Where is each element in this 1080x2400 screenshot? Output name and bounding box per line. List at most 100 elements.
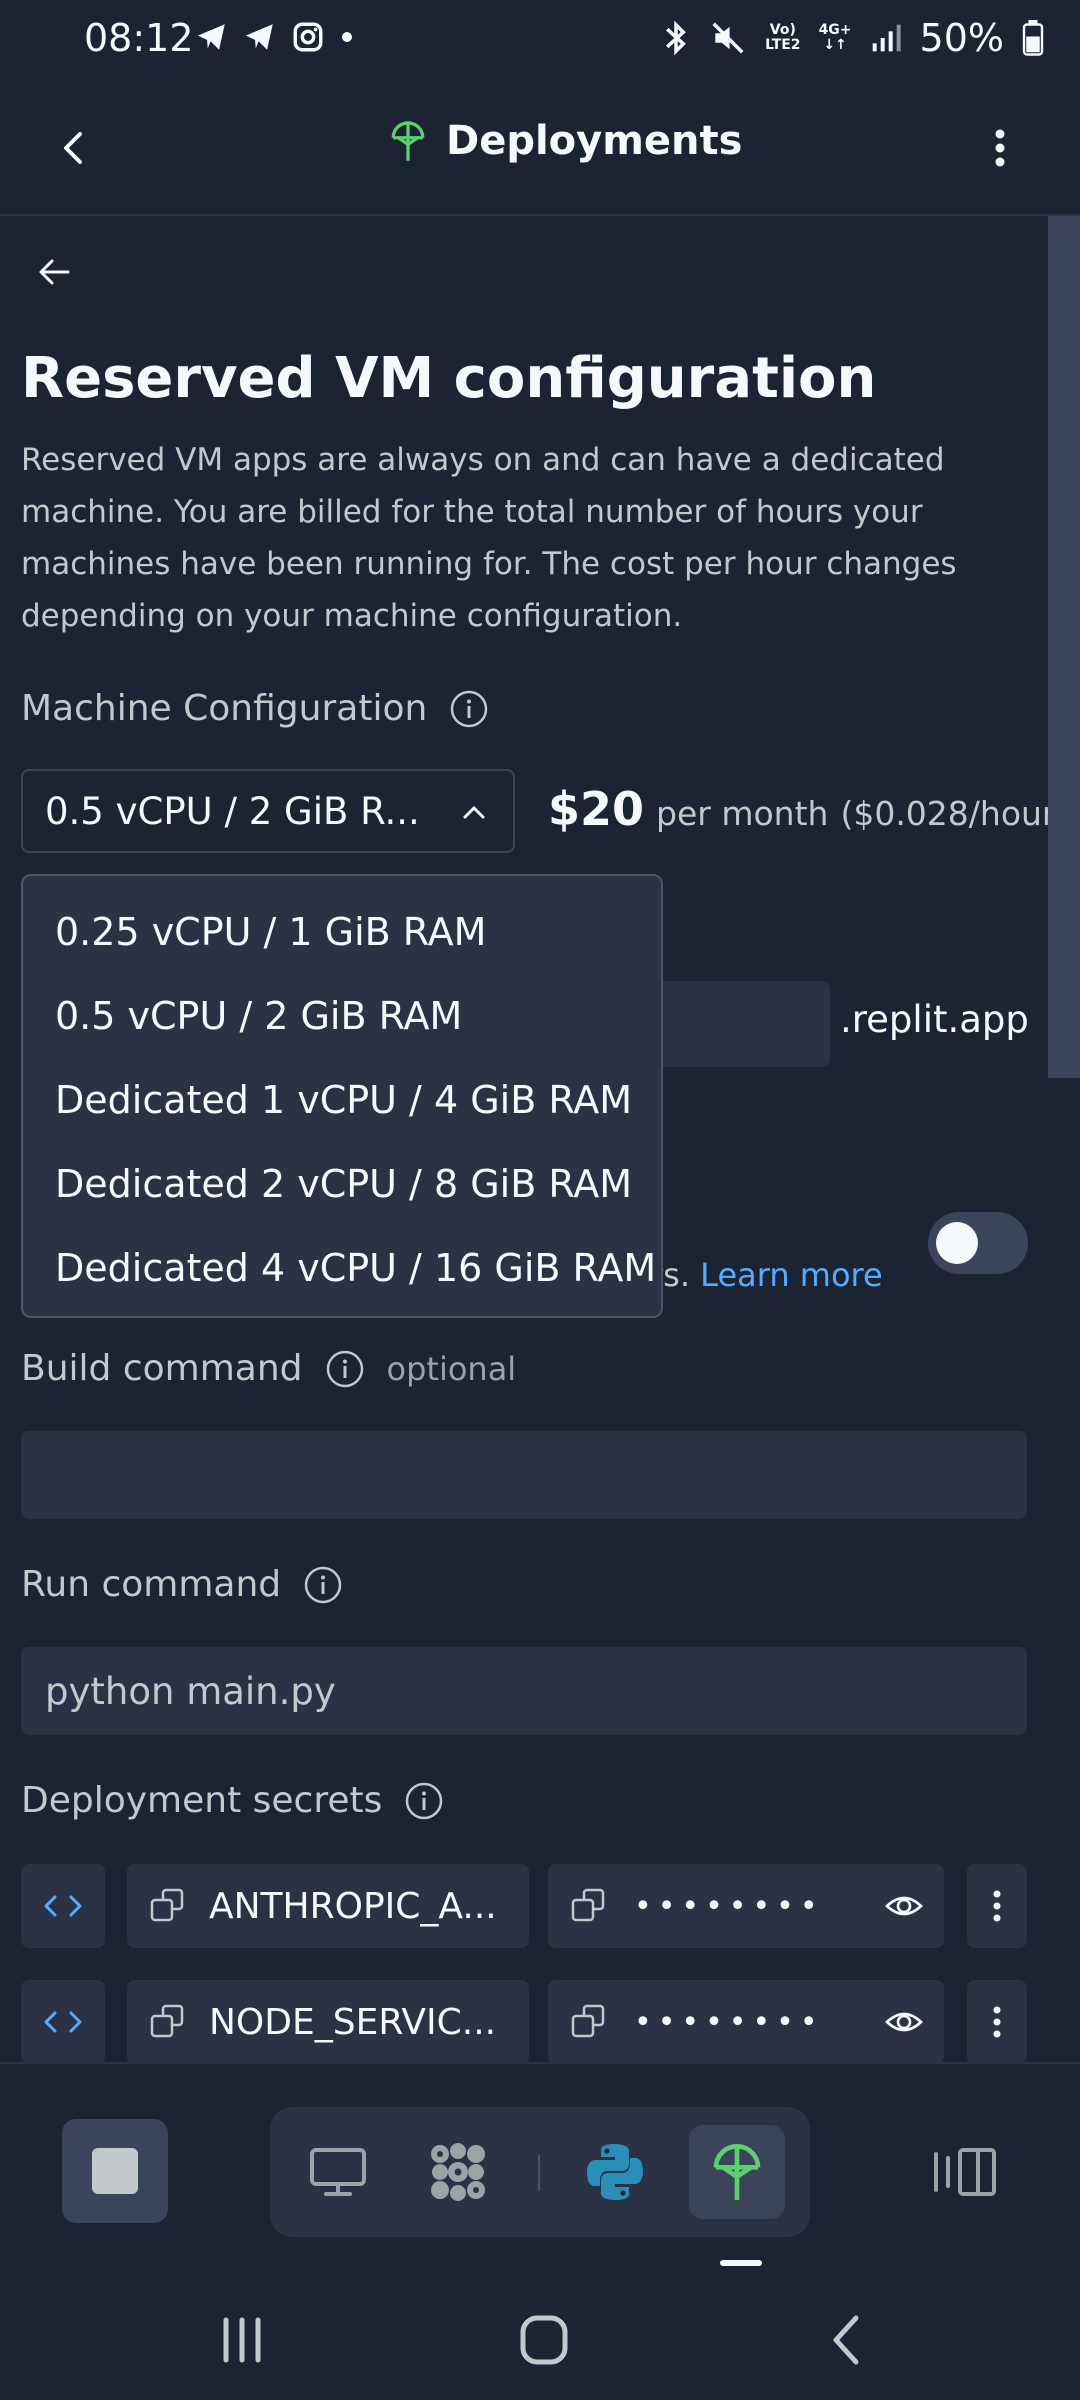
machine-config-select[interactable]: 0.5 vCPU / 2 GiB R... bbox=[21, 769, 515, 853]
mute-icon bbox=[709, 19, 747, 57]
secrets-label-text: Deployment secrets bbox=[21, 1780, 383, 1821]
secret-code-toggle[interactable] bbox=[21, 1864, 105, 1948]
eye-icon[interactable] bbox=[884, 1886, 924, 1926]
header-title-group: Deployments bbox=[388, 118, 742, 164]
secret-value-field[interactable]: •••••••• bbox=[548, 1864, 944, 1948]
domain-input[interactable] bbox=[640, 981, 830, 1067]
telegram-icon bbox=[243, 20, 277, 54]
monitor-icon bbox=[310, 2148, 366, 2196]
instagram-icon bbox=[291, 20, 325, 54]
run-command-input[interactable]: python main.py bbox=[21, 1647, 1027, 1735]
scroll-thumb[interactable] bbox=[1048, 216, 1080, 1078]
secret-key-text: NODE_SERVIC... bbox=[209, 2001, 497, 2043]
webview-tool-button[interactable] bbox=[290, 2125, 386, 2219]
machine-config-label: Machine Configuration bbox=[21, 688, 489, 729]
gesture-indicator bbox=[720, 2260, 762, 2266]
code-icon bbox=[44, 2011, 82, 2033]
machine-config-label-text: Machine Configuration bbox=[21, 688, 428, 729]
header-title: Deployments bbox=[446, 118, 743, 164]
machine-config-selected-value: 0.5 vCPU / 2 GiB R... bbox=[45, 789, 420, 833]
battery-icon bbox=[1022, 20, 1044, 56]
secrets-label: Deployment secrets bbox=[21, 1780, 444, 1821]
more-vertical-icon bbox=[995, 129, 1005, 167]
dropdown-option[interactable]: Dedicated 4 vCPU / 16 GiB RAM bbox=[23, 1226, 661, 1310]
eye-icon[interactable] bbox=[884, 2002, 924, 2042]
stop-button[interactable] bbox=[62, 2119, 168, 2223]
panels-icon bbox=[934, 2148, 996, 2196]
telegram-icon bbox=[195, 20, 229, 54]
secret-more-button[interactable] bbox=[967, 1980, 1027, 2062]
secret-value-masked: •••••••• bbox=[634, 1888, 824, 1924]
more-vertical-icon bbox=[993, 2006, 1001, 2038]
status-time: 08:12 bbox=[84, 16, 194, 60]
build-command-label-text: Build command bbox=[21, 1348, 303, 1389]
packages-tool-button[interactable] bbox=[410, 2125, 506, 2219]
status-system-icons: Vo) LTE2 4G+ ↓↑ 50% bbox=[661, 16, 1044, 60]
run-command-value: python main.py bbox=[45, 1669, 336, 1713]
info-icon[interactable] bbox=[449, 689, 489, 729]
dropdown-option[interactable]: 0.25 vCPU / 1 GiB RAM bbox=[23, 890, 661, 974]
secret-key-field[interactable]: ANTHROPIC_A... bbox=[127, 1864, 529, 1948]
machine-config-dropdown: 0.25 vCPU / 1 GiB RAM 0.5 vCPU / 2 GiB R… bbox=[21, 874, 663, 1318]
battery-percent: 50% bbox=[919, 16, 1004, 60]
back-arrow-button[interactable] bbox=[34, 252, 74, 292]
secret-value-masked: •••••••• bbox=[634, 2004, 824, 2040]
dropdown-option[interactable]: Dedicated 1 vCPU / 4 GiB RAM bbox=[23, 1058, 661, 1142]
build-command-label: Build command optional bbox=[21, 1348, 516, 1389]
secret-more-button[interactable] bbox=[967, 1864, 1027, 1948]
price-period: per month bbox=[656, 794, 829, 833]
tool-tabs bbox=[270, 2107, 810, 2237]
arrow-left-icon bbox=[39, 259, 70, 285]
scrollbar[interactable] bbox=[1048, 216, 1080, 2062]
optional-tag: optional bbox=[386, 1349, 517, 1388]
copy-icon[interactable] bbox=[570, 1887, 608, 1925]
secret-value-field[interactable]: •••••••• bbox=[548, 1980, 944, 2062]
code-icon bbox=[44, 1895, 82, 1917]
copy-icon[interactable] bbox=[149, 2003, 187, 2041]
copy-icon[interactable] bbox=[570, 2003, 608, 2041]
copy-icon[interactable] bbox=[149, 1887, 187, 1925]
system-nav-bar bbox=[0, 2272, 1080, 2400]
build-command-input[interactable] bbox=[21, 1431, 1027, 1519]
dropdown-option[interactable]: 0.5 vCPU / 2 GiB RAM bbox=[23, 974, 661, 1058]
deployments-tool-button[interactable] bbox=[689, 2125, 785, 2219]
run-command-label-text: Run command bbox=[21, 1564, 282, 1605]
config-content[interactable]: Reserved VM configuration Reserved VM ap… bbox=[0, 216, 1080, 2062]
learn-more-link[interactable]: Learn more bbox=[700, 1256, 883, 1294]
recent-apps-button[interactable] bbox=[212, 2312, 272, 2368]
page-description: Reserved VM apps are always on and can h… bbox=[21, 442, 957, 634]
secret-row: ANTHROPIC_A... •••••••• bbox=[21, 1864, 1027, 1948]
home-icon bbox=[520, 2315, 568, 2365]
header-back-button[interactable] bbox=[50, 118, 98, 178]
info-icon[interactable] bbox=[404, 1781, 444, 1821]
info-icon[interactable] bbox=[325, 1349, 365, 1389]
notification-dot-icon bbox=[339, 29, 355, 45]
toggle-knob bbox=[936, 1222, 978, 1264]
chevron-up-icon bbox=[463, 806, 485, 819]
python-icon bbox=[587, 2144, 643, 2200]
secret-key-field[interactable]: NODE_SERVIC... bbox=[127, 1980, 529, 2062]
info-icon[interactable] bbox=[303, 1565, 343, 1605]
price-hourly: ($0.028/hour) bbox=[840, 794, 1069, 833]
network-type-indicator: 4G+ ↓↑ bbox=[818, 22, 852, 53]
stop-icon bbox=[92, 2148, 138, 2194]
deployments-icon bbox=[391, 121, 425, 161]
header-more-button[interactable] bbox=[982, 118, 1018, 178]
chevron-left-icon bbox=[64, 132, 82, 164]
signal-icon bbox=[870, 22, 902, 54]
price-display: $20 per month ($0.028/hour) bbox=[548, 782, 1068, 836]
secret-code-toggle[interactable] bbox=[21, 1980, 105, 2062]
domain-suffix: .replit.app bbox=[840, 998, 1029, 1041]
system-back-button[interactable] bbox=[818, 2312, 878, 2368]
dropdown-option[interactable]: Dedicated 2 vCPU / 8 GiB RAM bbox=[23, 1142, 661, 1226]
secret-key-text: ANTHROPIC_A... bbox=[209, 1885, 497, 1927]
home-button[interactable] bbox=[514, 2312, 574, 2368]
workspace-toolbar bbox=[0, 2062, 1080, 2272]
panels-button[interactable] bbox=[930, 2144, 1000, 2200]
secret-row: NODE_SERVIC... •••••••• bbox=[21, 1980, 1027, 2062]
python-tool-button[interactable] bbox=[567, 2125, 663, 2219]
toggle-description: rs. Learn more bbox=[650, 1256, 883, 1294]
feature-toggle[interactable] bbox=[928, 1212, 1028, 1274]
back-icon bbox=[833, 2315, 859, 2365]
more-vertical-icon bbox=[993, 1890, 1001, 1922]
